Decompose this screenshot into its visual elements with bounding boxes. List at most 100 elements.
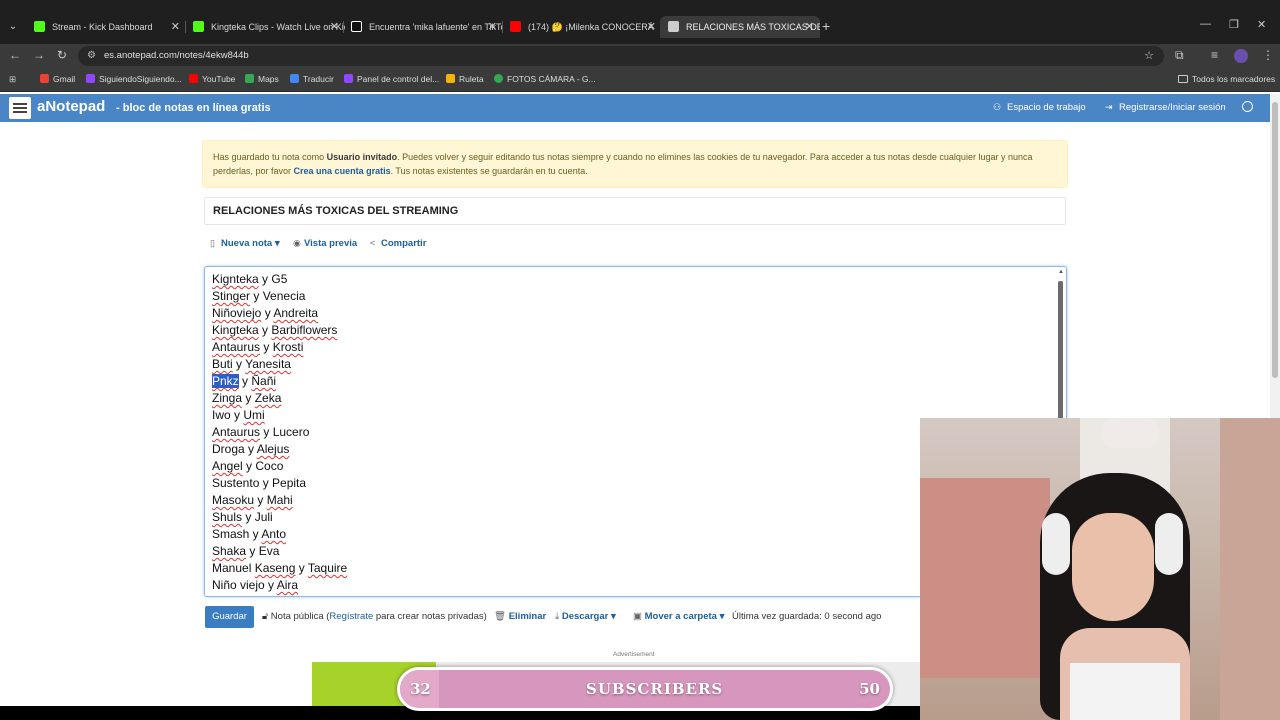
profile-avatar[interactable]: [1234, 49, 1248, 63]
subscriber-goal-bar: 32 SUBSCRIBERS 50: [397, 667, 893, 711]
ruleta-icon: [446, 74, 455, 83]
brand-name[interactable]: aNotepad: [37, 98, 105, 115]
login-link[interactable]: ⇥ Registrarse/Iniciar sesión: [1105, 102, 1226, 113]
note-line: Niñoviejo y Andreita: [212, 306, 319, 320]
note-line: Niño viejo y Aira: [212, 578, 299, 592]
share-icon: <: [370, 238, 376, 248]
bookmark-gmail[interactable]: Gmail: [40, 74, 75, 84]
twitch-icon: [86, 74, 95, 83]
trash-icon: 🗑︎: [494, 611, 507, 622]
browser-tab[interactable]: Stream - Kick Dashboard ✕: [26, 16, 186, 38]
kick-icon: [193, 21, 204, 32]
download-icon: ⤓: [555, 611, 560, 622]
register-link[interactable]: Regístrate: [329, 611, 373, 622]
note-line: Antaurus y Krosti: [212, 340, 304, 354]
bookmark-maps[interactable]: Maps: [245, 74, 279, 84]
goal-label: SUBSCRIBERS: [586, 680, 724, 698]
bookmark-fotos[interactable]: FOTOS CÁMARA - G...: [494, 74, 596, 84]
tab-label: Encuentra 'mika lafuente' en TikTok: [369, 22, 503, 32]
eye-icon: ◉: [293, 238, 301, 248]
move-folder-dropdown[interactable]: ▣ Mover a carpeta ▾: [633, 611, 724, 622]
new-note-dropdown[interactable]: ▯ Nueva nota ▾: [210, 238, 280, 249]
last-saved-text: Última vez guardada: 0 second ago: [732, 611, 882, 622]
guest-save-alert: Has guardado tu nota como Usuario invita…: [202, 140, 1068, 188]
kick-icon: [34, 21, 45, 32]
workspace-link[interactable]: ⚇ Espacio de trabajo: [993, 102, 1086, 113]
note-line: Zinga y Zeka: [212, 391, 282, 405]
drive-icon: [494, 74, 503, 83]
url-input[interactable]: ⚙ es.anotepad.com/notes/4ekw844b ☆: [78, 46, 1164, 66]
site-header: aNotepad - bloc de notas en línea gratis…: [0, 94, 1270, 122]
preview-button[interactable]: ◉ Vista previa: [293, 238, 357, 249]
close-icon[interactable]: ✕: [171, 16, 180, 38]
close-icon[interactable]: ✕: [488, 16, 497, 38]
close-icon[interactable]: ✕: [330, 16, 339, 38]
close-icon[interactable]: ✕: [647, 16, 656, 38]
twitch-icon: [344, 74, 353, 83]
minimize-icon[interactable]: —: [1200, 18, 1211, 30]
anotepad-icon: [668, 21, 679, 32]
menu-kebab-icon[interactable]: ⋮: [1262, 48, 1274, 62]
language-globe-icon[interactable]: [1242, 101, 1253, 112]
forward-arrow-icon[interactable]: →: [33, 48, 45, 62]
notepad-logo-icon[interactable]: [9, 97, 31, 119]
site-tagline: - bloc de notas en línea gratis: [116, 102, 271, 114]
bookmark-star-icon[interactable]: ☆: [1144, 46, 1154, 66]
note-title-input[interactable]: RELACIONES MÁS TOXICAS DEL STREAMING: [204, 197, 1066, 225]
create-account-link[interactable]: Crea una cuenta gratis: [294, 166, 391, 176]
restore-icon[interactable]: ❐: [1229, 18, 1239, 31]
bookmark-youtube[interactable]: YouTube: [189, 74, 235, 84]
browser-tab-active[interactable]: RELACIONES MÁS TOXICAS DEL STREAMING ✕: [660, 16, 820, 38]
note-line: Stinger y Venecia: [212, 289, 306, 303]
extensions-icon[interactable]: ⧉: [1175, 48, 1184, 63]
goal-target: 50: [859, 680, 880, 698]
note-line: Buti y Yanesita: [212, 357, 291, 371]
close-icon[interactable]: ✕: [805, 16, 814, 38]
note-line: Sustento y Pepita: [212, 476, 307, 490]
bookmark-panel[interactable]: Panel de control del...: [344, 74, 439, 84]
workspace-icon: ⚇: [993, 102, 1002, 112]
note-line: Kignteka y G5: [212, 272, 288, 286]
webcam-overlay: [920, 418, 1280, 720]
login-icon: ⇥: [1105, 102, 1113, 112]
download-dropdown[interactable]: ⤓ Descargar ▾: [555, 611, 616, 622]
browser-tab[interactable]: Encuentra 'mika lafuente' en TikTok ✕: [343, 16, 503, 38]
note-line: Droga y Alejus: [212, 442, 290, 456]
tab-label: RELACIONES MÁS TOXICAS DEL STREAMING: [686, 22, 820, 32]
note-line: Antaurus y Lucero: [212, 425, 310, 439]
tiktok-icon: [351, 21, 362, 32]
bookmark-traducir[interactable]: Traducir: [290, 74, 334, 84]
gmail-icon: [40, 74, 49, 83]
apps-grid-icon[interactable]: ⊞: [9, 74, 16, 85]
browser-tab[interactable]: Kingteka Clips - Watch Live on Kick ✕: [185, 16, 345, 38]
bookmark-ruleta[interactable]: Ruleta: [446, 74, 484, 84]
bookmark-siguiendo[interactable]: SiguiendoSiguiendo...: [86, 74, 182, 84]
note-line: Masoku y Mahi: [212, 493, 293, 507]
media-controls-icon[interactable]: ≡: [1211, 48, 1218, 62]
browser-tab[interactable]: (174) 🤔 ¡Milenka CONOCERÁ ✕: [502, 16, 662, 38]
translate-icon: [290, 74, 299, 83]
folder-move-icon: ▣: [633, 611, 642, 622]
maps-icon: [245, 74, 254, 83]
note-line: Angel y Coco: [212, 459, 284, 473]
share-button[interactable]: < Compartir: [370, 238, 426, 249]
window-close-icon[interactable]: ✕: [1257, 18, 1266, 31]
youtube-icon: [189, 74, 198, 83]
url-text: es.anotepad.com/notes/4ekw844b: [104, 50, 249, 61]
save-button[interactable]: Guardar: [205, 606, 254, 628]
site-settings-icon[interactable]: ⚙: [87, 46, 96, 66]
new-tab-plus-icon[interactable]: +: [822, 18, 830, 34]
note-icon: ▯: [210, 238, 215, 248]
note-line: Shaka y Eva: [212, 544, 280, 558]
browser-tab-bar: ⌄ Stream - Kick Dashboard ✕ Kingteka Cli…: [0, 0, 1280, 44]
note-line: Pnkz y Ñañi: [212, 374, 277, 388]
delete-button[interactable]: 🗑︎ Eliminar: [494, 611, 546, 622]
all-bookmarks[interactable]: Todos los marcadores: [1178, 74, 1275, 84]
advertisement-label: Advertisement: [613, 651, 655, 658]
scroll-up-icon[interactable]: ▲: [1058, 269, 1064, 275]
note-line: Iwo y Umi: [212, 408, 265, 422]
back-arrow-icon[interactable]: ←: [9, 48, 21, 62]
reload-icon[interactable]: ↻: [57, 48, 67, 62]
note-line: Smash y Anto: [212, 527, 287, 541]
tab-search-chevron-icon[interactable]: ⌄: [4, 18, 22, 36]
